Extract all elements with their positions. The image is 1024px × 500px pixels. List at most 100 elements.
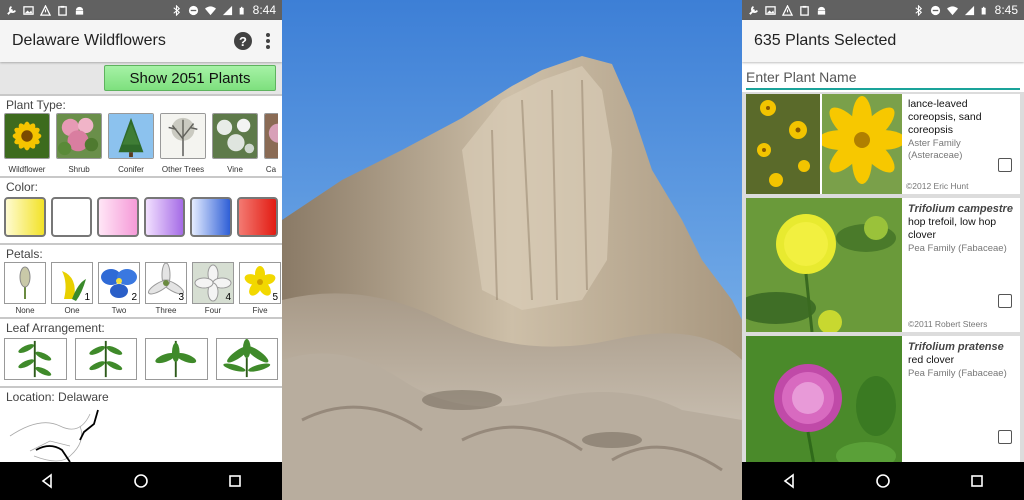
petals-two[interactable]: 2 Two: [98, 262, 140, 315]
color-swatch-red[interactable]: [236, 197, 278, 237]
petal-caption: Two: [111, 306, 127, 315]
tree-image: [160, 113, 206, 159]
petals-five[interactable]: 5 Five: [239, 262, 281, 315]
vine-image: [212, 113, 258, 159]
petal-caption: Four: [204, 306, 222, 315]
color-swatch-blue[interactable]: [190, 197, 232, 237]
leaf-arrangement-label: Leaf Arrangement:: [6, 321, 105, 335]
plant-select-checkbox[interactable]: [998, 430, 1012, 444]
android-icon: [75, 6, 84, 15]
clipboard-icon: [58, 5, 67, 16]
bluetooth-icon: [915, 4, 922, 16]
alert-icon: [40, 4, 51, 16]
android-icon: [817, 6, 826, 15]
app-bar: Delaware Wildflowers ?: [0, 20, 282, 62]
plant-type-label: Plant Type:: [6, 98, 66, 112]
plant-family: Pea Family (Fabaceae): [908, 368, 1007, 379]
color-section: Color:: [0, 176, 282, 243]
plant-type-caption: Conifer: [118, 165, 144, 174]
leaf-basal-icon[interactable]: [215, 338, 279, 380]
bluetooth-icon: [173, 4, 180, 16]
help-button[interactable]: ?: [234, 32, 252, 50]
nav-bar: [742, 462, 1024, 500]
show-plants-button[interactable]: Show 2051 Plants: [104, 65, 276, 91]
plant-select-checkbox[interactable]: [998, 158, 1012, 172]
filter-screen: 8:44 Delaware Wildflowers ? Show 2051 Pl…: [0, 0, 282, 500]
color-swatch-white[interactable]: [50, 197, 92, 237]
plant-scientific-name: Trifolium campestre: [908, 203, 1013, 215]
plant-type-shrub[interactable]: Shrub: [56, 113, 102, 174]
status-bar: 8:45: [742, 0, 1024, 20]
color-swatch-yellow[interactable]: [4, 197, 46, 237]
plant-select-checkbox[interactable]: [998, 294, 1012, 308]
plant-card[interactable]: lance-leaved coreopsis, sand coreopsis A…: [746, 94, 1020, 194]
overflow-menu-button[interactable]: [266, 33, 270, 49]
minus-circle-icon: [930, 5, 940, 15]
leaf-opposite-icon[interactable]: [74, 338, 138, 380]
plant-family: Pea Family (Fabaceae): [908, 243, 1007, 254]
petals-none[interactable]: None: [4, 262, 46, 315]
petal-caption: Three: [155, 306, 177, 315]
battery-icon: [239, 6, 244, 14]
plant-card[interactable]: Trifolium campestre hop trefoil, low hop…: [746, 198, 1020, 332]
location-label: Location: Delaware: [6, 390, 109, 404]
plant-type-wildflower[interactable]: Wildflower: [4, 113, 50, 174]
plant-photo: [746, 94, 820, 194]
back-icon[interactable]: [39, 473, 55, 489]
leaf-arrangement-section: Leaf Arrangement:: [0, 317, 282, 386]
plant-type-cactus[interactable]: Ca: [264, 113, 278, 174]
app-title: Delaware Wildflowers: [12, 32, 166, 49]
badlands-photo: [282, 0, 742, 500]
petals-three[interactable]: 3 Three: [145, 262, 187, 315]
plant-list: lance-leaved coreopsis, sand coreopsis A…: [742, 92, 1024, 500]
plant-type-other-trees[interactable]: Other Trees: [160, 113, 206, 174]
plant-type-conifer[interactable]: Conifer: [108, 113, 154, 174]
recents-icon[interactable]: [227, 473, 243, 489]
recents-icon[interactable]: [969, 473, 985, 489]
petal-caption: Five: [252, 306, 268, 315]
home-icon[interactable]: [875, 473, 891, 489]
screenshot-collage: 8:44 Delaware Wildflowers ? Show 2051 Pl…: [0, 0, 1024, 500]
photo-credit: ©2011 Robert Steers: [908, 319, 988, 329]
plant-card[interactable]: Trifolium pratense red clover Pea Family…: [746, 336, 1020, 476]
battery-icon: [981, 6, 986, 14]
status-time: 8:44: [252, 3, 276, 17]
plant-photo: [746, 336, 902, 476]
wrench-icon: [749, 5, 758, 15]
plant-type-section: Plant Type: Wildflower Shrub Conifer Oth…: [0, 94, 282, 174]
plant-type-caption: Wildflower: [8, 165, 46, 174]
plant-scientific-name: Trifolium pratense: [908, 341, 1004, 353]
wildflower-image: [4, 113, 50, 159]
wifi-icon: [946, 5, 958, 15]
leaf-alternate-icon[interactable]: [4, 338, 67, 380]
plant-photo: [822, 94, 902, 194]
plant-name-search-input[interactable]: [746, 68, 1020, 90]
status-bar: 8:44: [0, 0, 282, 20]
no-petal-flower-icon: [19, 266, 31, 299]
petals-one[interactable]: 1 One: [51, 262, 93, 315]
signal-icon: [964, 5, 974, 15]
petals-four[interactable]: 4 Four: [192, 262, 234, 315]
petals-section: Petals: None 1 One 2 Two 3 Three 4 Four …: [0, 243, 282, 315]
color-swatch-pink[interactable]: [97, 197, 139, 237]
signal-icon: [222, 5, 232, 15]
photo-credit: ©2012 Eric Hunt: [906, 181, 969, 191]
alert-icon: [782, 4, 793, 16]
color-label: Color:: [6, 180, 39, 194]
plant-type-caption: Other Trees: [161, 165, 205, 174]
color-swatch-purple[interactable]: [143, 197, 185, 237]
clipboard-icon: [800, 5, 809, 16]
plant-type-caption: Vine: [227, 165, 243, 174]
plant-type-caption: Ca: [265, 165, 277, 174]
plant-type-vine[interactable]: Vine: [212, 113, 258, 174]
minus-circle-icon: [188, 5, 198, 15]
cactus-image: [264, 113, 278, 159]
image-icon: [765, 5, 776, 15]
app-bar: 635 Plants Selected: [742, 20, 1024, 62]
leaf-whorled-icon[interactable]: [145, 338, 208, 380]
plant-type-caption: Shrub: [68, 165, 90, 174]
wifi-icon: [204, 5, 216, 15]
home-icon[interactable]: [133, 473, 149, 489]
shrub-image: [56, 113, 102, 159]
back-icon[interactable]: [781, 473, 797, 489]
